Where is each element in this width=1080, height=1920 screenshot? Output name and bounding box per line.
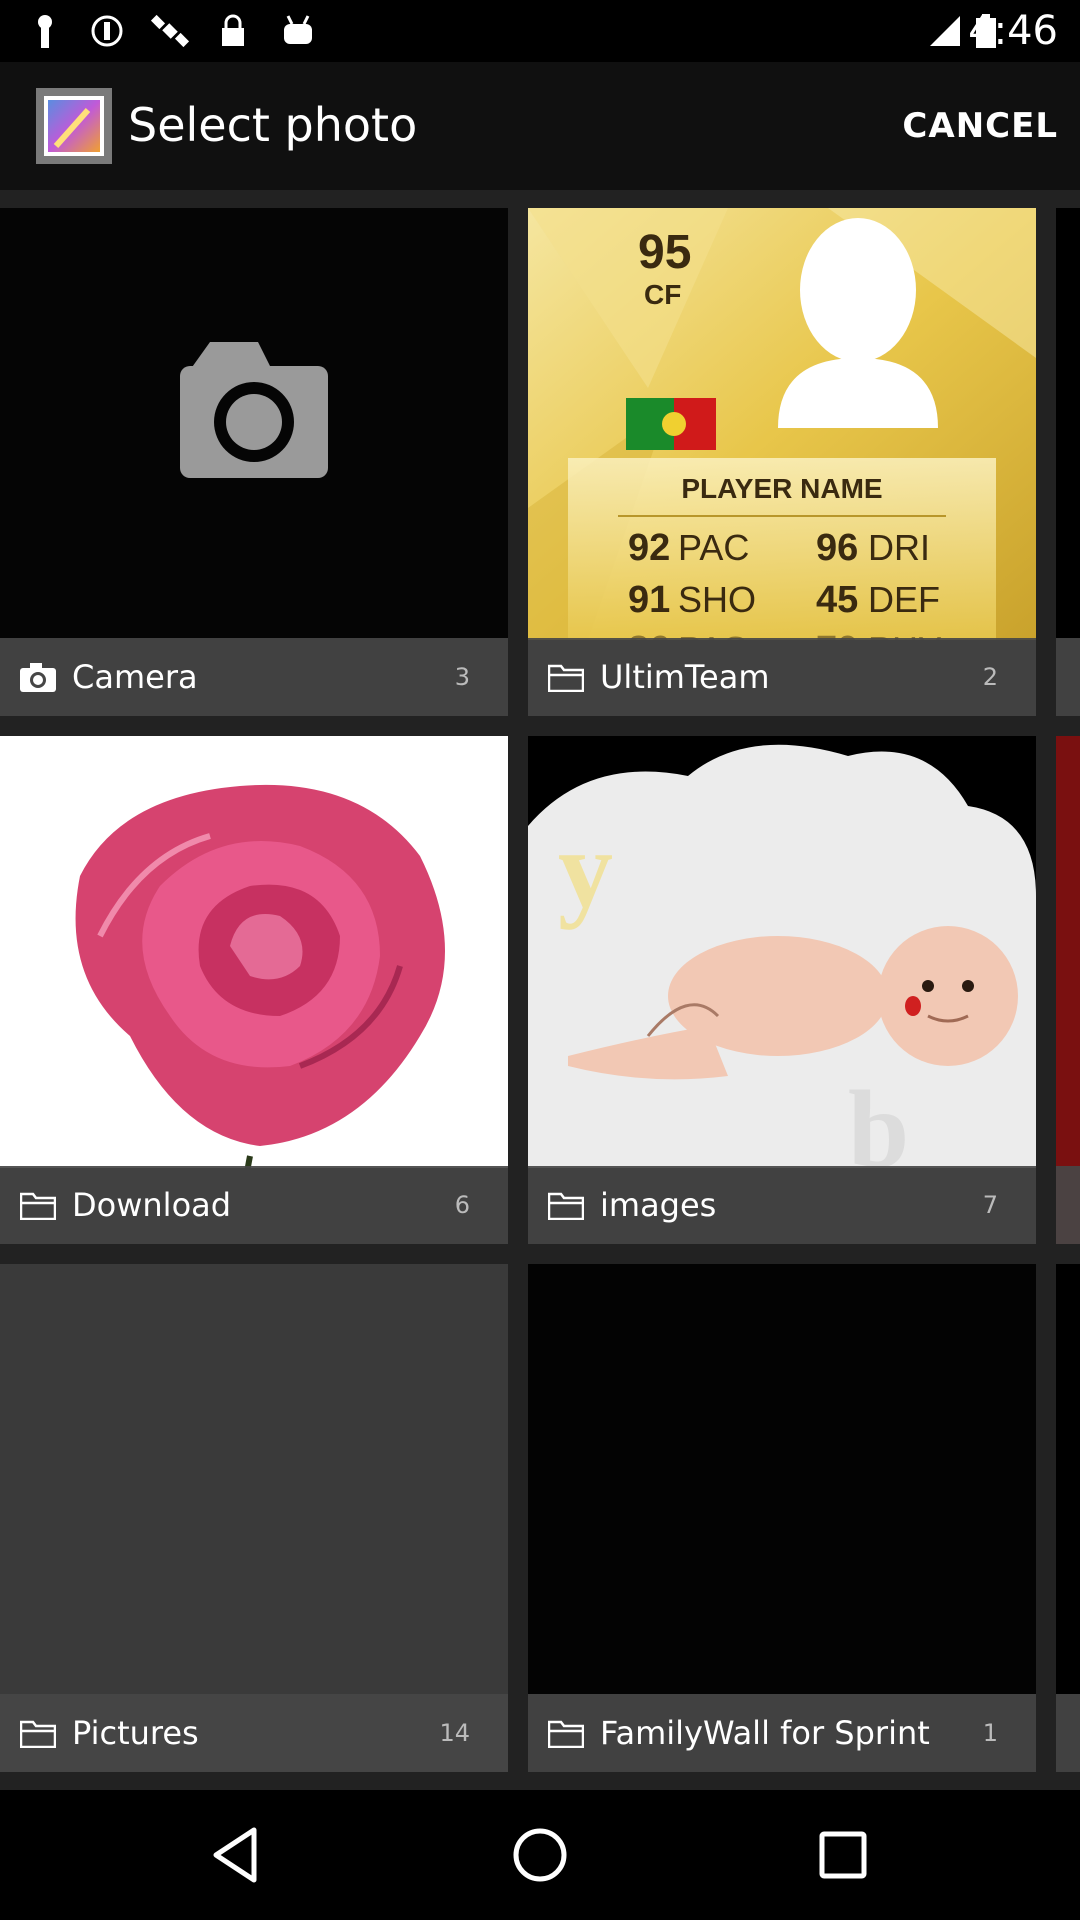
album-label-bar: Download 6 bbox=[0, 1166, 508, 1244]
album-tile-camera[interactable]: Camera 3 bbox=[0, 208, 508, 716]
status-bar: 4:46 bbox=[0, 0, 1080, 62]
folder-icon bbox=[548, 1720, 584, 1748]
navigation-bar bbox=[0, 1790, 1080, 1920]
folder-icon bbox=[20, 1720, 56, 1748]
album-label-bar: Pictures 14 bbox=[0, 1694, 508, 1772]
album-count: 1 bbox=[982, 1719, 998, 1747]
album-tile-partial[interactable] bbox=[1056, 1264, 1080, 1772]
album-tile-pictures[interactable]: Pictures 14 bbox=[0, 1264, 508, 1772]
camera-icon bbox=[20, 663, 56, 692]
action-bar: Select photo CANCEL bbox=[0, 62, 1080, 190]
card-stat-label: PAC bbox=[678, 527, 749, 568]
album-count: 2 bbox=[982, 663, 998, 691]
home-icon[interactable] bbox=[507, 1822, 573, 1888]
familywall-thumbnail bbox=[528, 1264, 1036, 1696]
album-tile-ultimteam[interactable]: 95 CF PLAYER NAME 92 PAC 96 DRI 91 SHO 4… bbox=[528, 208, 1036, 716]
rose-thumbnail bbox=[0, 736, 508, 1168]
folder-icon bbox=[20, 1192, 56, 1220]
album-count: 14 bbox=[439, 1719, 470, 1747]
card-position: CF bbox=[644, 279, 681, 310]
baby-thumbnail: y b bbox=[528, 736, 1036, 1168]
album-name: images bbox=[600, 1186, 717, 1224]
gallery-icon bbox=[36, 88, 112, 164]
album-tile-partial[interactable] bbox=[1056, 208, 1080, 716]
folder-icon bbox=[548, 664, 584, 692]
android-icon bbox=[284, 15, 312, 44]
album-name: Camera bbox=[72, 658, 198, 696]
card-stat-value: 92 bbox=[628, 527, 670, 569]
card-stat-label: DEF bbox=[868, 579, 940, 620]
album-tile-partial[interactable] bbox=[1056, 736, 1080, 1244]
album-grid: Camera 3 95 CF PLAYER NAME 92 PAC 96 DRI… bbox=[0, 190, 1080, 1790]
album-tile-images[interactable]: y b images 7 bbox=[528, 736, 1036, 1244]
card-stat-label: SHO bbox=[678, 579, 756, 620]
album-label-bar: UltimTeam 2 bbox=[528, 638, 1036, 716]
signal-icon bbox=[930, 16, 960, 46]
album-name: Download bbox=[72, 1186, 232, 1224]
clock: 4:46 bbox=[968, 8, 1058, 54]
camera-thumbnail bbox=[0, 208, 508, 640]
card-stat-label: DRI bbox=[868, 527, 930, 568]
album-label-bar: FamilyWall for Sprint 1 bbox=[528, 1694, 1036, 1772]
card-rating: 95 bbox=[638, 226, 691, 279]
satellite-icon bbox=[150, 14, 190, 48]
album-label-bar bbox=[1056, 1694, 1080, 1772]
key-icon bbox=[38, 15, 52, 48]
album-count: 7 bbox=[982, 1191, 998, 1219]
album-tile-download[interactable]: Download 6 bbox=[0, 736, 508, 1244]
svg-text:b: b bbox=[848, 1068, 909, 1168]
card-stat-value: 96 bbox=[816, 527, 858, 569]
pictures-thumbnail bbox=[0, 1264, 508, 1696]
album-name: FamilyWall for Sprint bbox=[600, 1714, 930, 1752]
svg-text:y: y bbox=[558, 808, 613, 930]
card-stat-value: 45 bbox=[816, 579, 858, 621]
page-title: Select photo bbox=[128, 98, 418, 152]
album-count: 3 bbox=[454, 663, 470, 691]
album-name: Pictures bbox=[72, 1714, 199, 1752]
player-card-thumbnail: 95 CF PLAYER NAME 92 PAC 96 DRI 91 SHO 4… bbox=[528, 208, 1036, 640]
folder-icon bbox=[548, 1192, 584, 1220]
album-label-bar bbox=[1056, 638, 1080, 716]
cancel-button[interactable]: CANCEL bbox=[902, 102, 1058, 150]
album-label-bar: images 7 bbox=[528, 1166, 1036, 1244]
album-tile-familywall[interactable]: FamilyWall for Sprint 1 bbox=[528, 1264, 1036, 1772]
data-saver-icon bbox=[91, 15, 123, 47]
album-label-bar bbox=[1056, 1166, 1080, 1244]
recents-icon[interactable] bbox=[810, 1822, 876, 1888]
lock-icon bbox=[222, 14, 244, 46]
back-icon[interactable] bbox=[204, 1822, 270, 1888]
card-player-name: PLAYER NAME bbox=[681, 473, 882, 504]
album-count: 6 bbox=[454, 1191, 470, 1219]
album-label-bar: Camera 3 bbox=[0, 638, 508, 716]
card-stat-value: 91 bbox=[628, 579, 670, 621]
album-name: UltimTeam bbox=[600, 658, 770, 696]
